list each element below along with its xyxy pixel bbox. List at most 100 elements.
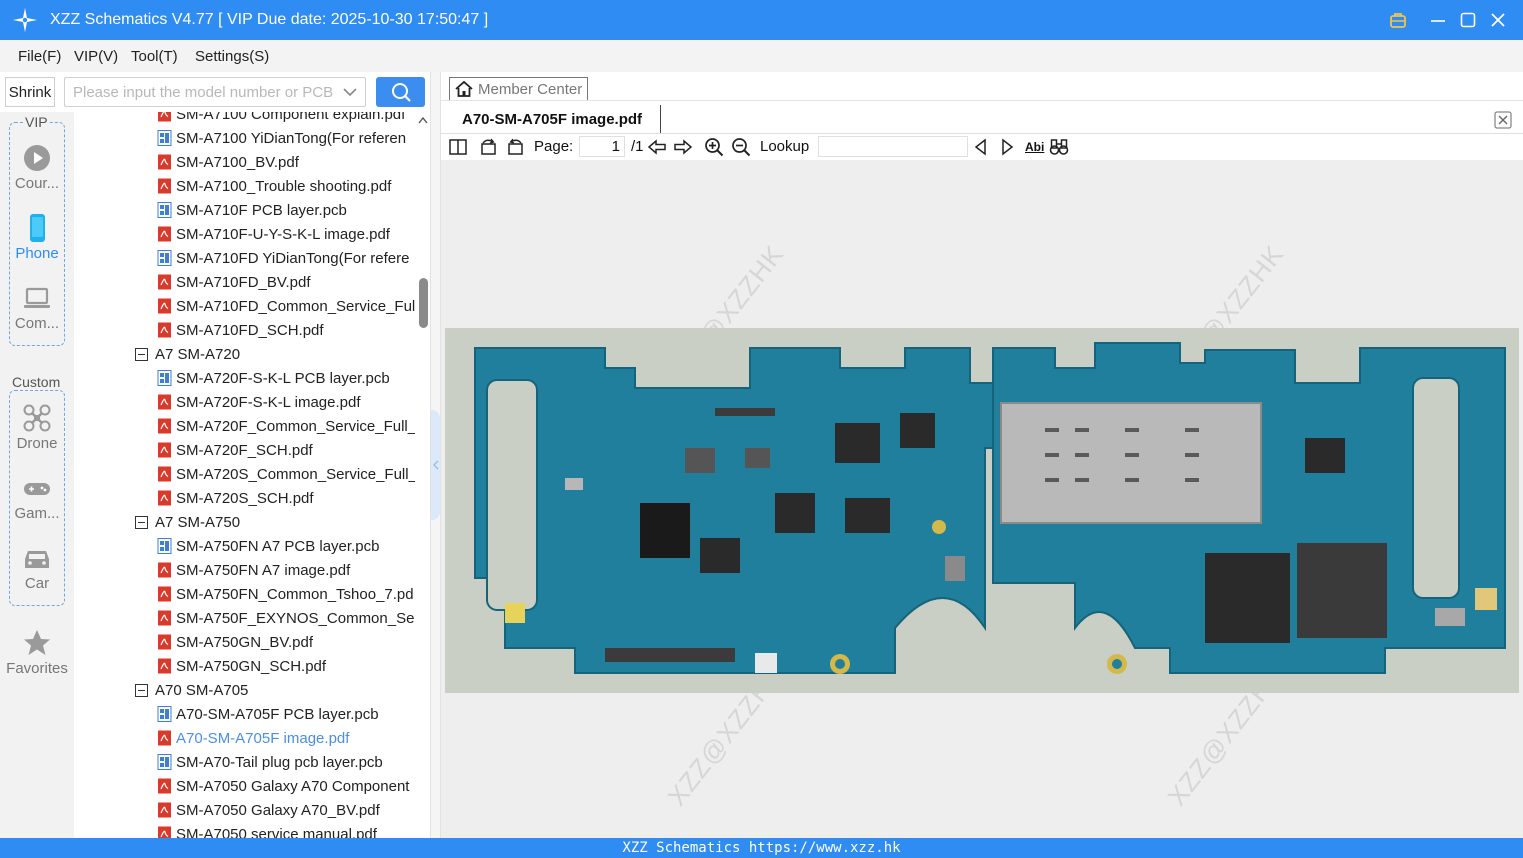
- tree-file-label: SM-A750GN_BV.pdf: [176, 633, 314, 651]
- tree-file[interactable]: SM-A750GN_SCH.pdf: [157, 654, 415, 678]
- tree-file[interactable]: A70-SM-A705F PCB layer.pcb: [157, 702, 415, 726]
- tree-file[interactable]: SM-A750FN A7 image.pdf: [157, 558, 415, 582]
- tree-file-label: SM-A70-Tail plug pcb layer.pcb: [176, 753, 383, 771]
- tree-folder[interactable]: A7 SM-A750: [135, 510, 415, 534]
- tree-scrollbar[interactable]: [416, 112, 430, 838]
- rail-item-drone[interactable]: Drone: [0, 403, 74, 452]
- tree-file[interactable]: SM-A7050 Galaxy A70 Component: [157, 774, 415, 798]
- match-case-toggle[interactable]: Abi: [1025, 140, 1044, 154]
- tree-file[interactable]: SM-A750FN A7 PCB layer.pcb: [157, 534, 415, 558]
- tree-file[interactable]: SM-A7100_Trouble shooting.pdf: [157, 174, 415, 198]
- rail-item-courses[interactable]: Cour...: [0, 143, 74, 192]
- tree-file[interactable]: SM-A720S_Common_Service_Full_S: [157, 462, 415, 486]
- custom-group-label: Custom: [11, 374, 62, 390]
- tree-folder[interactable]: A70 SM-A705: [135, 678, 415, 702]
- panel-splitter[interactable]: [430, 72, 441, 838]
- tree-file[interactable]: SM-A720F_Common_Service_Full_S: [157, 414, 415, 438]
- tree-file[interactable]: SM-A7100 YiDianTong(For referen: [157, 126, 415, 150]
- tree-file-label: SM-A720F-S-K-L image.pdf: [176, 393, 361, 411]
- tree-folder[interactable]: A7 SM-A720: [135, 342, 415, 366]
- pcb-file-icon: [157, 538, 172, 554]
- collapse-toggle[interactable]: [135, 683, 148, 697]
- search-input[interactable]: [65, 78, 335, 106]
- tree-file[interactable]: SM-A710F-U-Y-S-K-L image.pdf: [157, 222, 415, 246]
- tree-file[interactable]: SM-A750FN_Common_Tshoo_7.pd: [157, 582, 415, 606]
- tree-file-selected[interactable]: A70-SM-A705F image.pdf: [157, 726, 415, 750]
- rail-item-label: Car: [24, 575, 50, 592]
- menu-bar: File(F) VIP(V) Tool(T) Settings(S): [0, 40, 1523, 72]
- chevron-down-icon[interactable]: [343, 86, 357, 98]
- vip-group-label: VIP: [24, 114, 49, 130]
- find-next-icon[interactable]: [997, 137, 1017, 157]
- tree-file[interactable]: SM-A7050 service manual.pdf: [157, 822, 415, 838]
- rail-item-car[interactable]: Car: [0, 543, 74, 592]
- previous-page-icon[interactable]: [647, 137, 667, 157]
- tree-file[interactable]: SM-A7050 Galaxy A70_BV.pdf: [157, 798, 415, 822]
- close-tab-icon[interactable]: [1494, 111, 1512, 129]
- binoculars-icon[interactable]: [1049, 137, 1069, 157]
- maximize-button[interactable]: [1456, 8, 1480, 32]
- pdf-file-icon: [158, 826, 171, 838]
- tree-file[interactable]: SM-A720S_SCH.pdf: [157, 486, 415, 510]
- lookup-input[interactable]: [818, 136, 968, 157]
- tree-file-label: SM-A7100 Component explain.pdf: [176, 112, 406, 123]
- collapse-handle[interactable]: [431, 410, 440, 520]
- pdf-file-icon: [158, 112, 171, 122]
- menu-settings[interactable]: Settings(S): [195, 48, 269, 65]
- pdf-file-icon: [158, 562, 171, 578]
- scroll-up-icon[interactable]: [418, 116, 428, 124]
- rotate-left-icon[interactable]: [479, 137, 499, 157]
- laptop-icon: [24, 287, 50, 308]
- shrink-button[interactable]: Shrink: [5, 77, 55, 107]
- rail-item-favorites[interactable]: Favorites: [0, 628, 74, 677]
- tree-file[interactable]: SM-A7100_BV.pdf: [157, 150, 415, 174]
- page-total: /1: [631, 138, 644, 155]
- rail-item-game[interactable]: Gam...: [0, 473, 74, 522]
- menu-vip[interactable]: VIP(V): [74, 48, 118, 65]
- tree-file[interactable]: SM-A750GN_BV.pdf: [157, 630, 415, 654]
- tree-file[interactable]: SM-A710FD YiDianTong(For refere: [157, 246, 415, 270]
- collapse-toggle[interactable]: [135, 515, 148, 529]
- tree-file[interactable]: SM-A710F PCB layer.pcb: [157, 198, 415, 222]
- pdf-page-area[interactable]: XZZ@XZZHK XZZ@XZZHK XZZ@XZZHK XZZ@XZZHK: [441, 160, 1523, 838]
- tree-file[interactable]: SM-A70-Tail plug pcb layer.pcb: [157, 750, 415, 774]
- member-center-button[interactable]: Member Center: [449, 77, 588, 101]
- play-circle-icon: [24, 145, 50, 171]
- sidebar-toggle-icon[interactable]: [448, 137, 468, 157]
- drone-icon: [23, 404, 51, 432]
- vip-bag-button[interactable]: [1386, 8, 1410, 32]
- page-number-input[interactable]: [579, 136, 625, 157]
- menu-tool[interactable]: Tool(T): [131, 48, 178, 65]
- zoom-out-icon[interactable]: [731, 137, 751, 157]
- close-button[interactable]: [1486, 8, 1510, 32]
- tree-file[interactable]: SM-A720F_SCH.pdf: [157, 438, 415, 462]
- tree-scrollbar-thumb[interactable]: [419, 278, 428, 328]
- tree-file[interactable]: SM-A7100 Component explain.pdf: [157, 112, 415, 126]
- minimize-button[interactable]: [1426, 8, 1450, 32]
- next-page-icon[interactable]: [673, 137, 693, 157]
- tree-file[interactable]: SM-A750F_EXYNOS_Common_Serv: [157, 606, 415, 630]
- rail-item-phone[interactable]: Phone: [0, 213, 74, 262]
- tree-file[interactable]: SM-A720F-S-K-L image.pdf: [157, 390, 415, 414]
- tree-file[interactable]: SM-A710FD_SCH.pdf: [157, 318, 415, 342]
- tree-folder-label: A7 SM-A720: [155, 345, 241, 363]
- tree-file[interactable]: SM-A710FD_BV.pdf: [157, 270, 415, 294]
- find-previous-icon[interactable]: [971, 137, 991, 157]
- tree-file[interactable]: SM-A720F-S-K-L PCB layer.pcb: [157, 366, 415, 390]
- search-button[interactable]: [376, 77, 425, 107]
- menu-file[interactable]: File(F): [18, 48, 61, 65]
- collapse-toggle[interactable]: [135, 347, 148, 361]
- document-viewer: Member Center A70-SM-A705F image.pdf Pag…: [441, 72, 1523, 838]
- zoom-in-icon[interactable]: [704, 137, 724, 157]
- pcb-file-icon: [157, 202, 172, 218]
- pdf-file-icon: [158, 442, 171, 458]
- document-tab[interactable]: A70-SM-A705F image.pdf: [449, 105, 661, 133]
- lookup-label: Lookup: [760, 138, 810, 155]
- gamepad-icon: [24, 483, 50, 495]
- rail-item-computer[interactable]: Com...: [0, 283, 74, 332]
- tree-file-label: SM-A720F_Common_Service_Full_S: [176, 417, 415, 435]
- tree-file-label: SM-A7100_BV.pdf: [176, 153, 299, 171]
- tree-file[interactable]: SM-A710FD_Common_Service_Full: [157, 294, 415, 318]
- pdf-file-icon: [158, 730, 171, 746]
- rotate-right-icon[interactable]: [505, 137, 525, 157]
